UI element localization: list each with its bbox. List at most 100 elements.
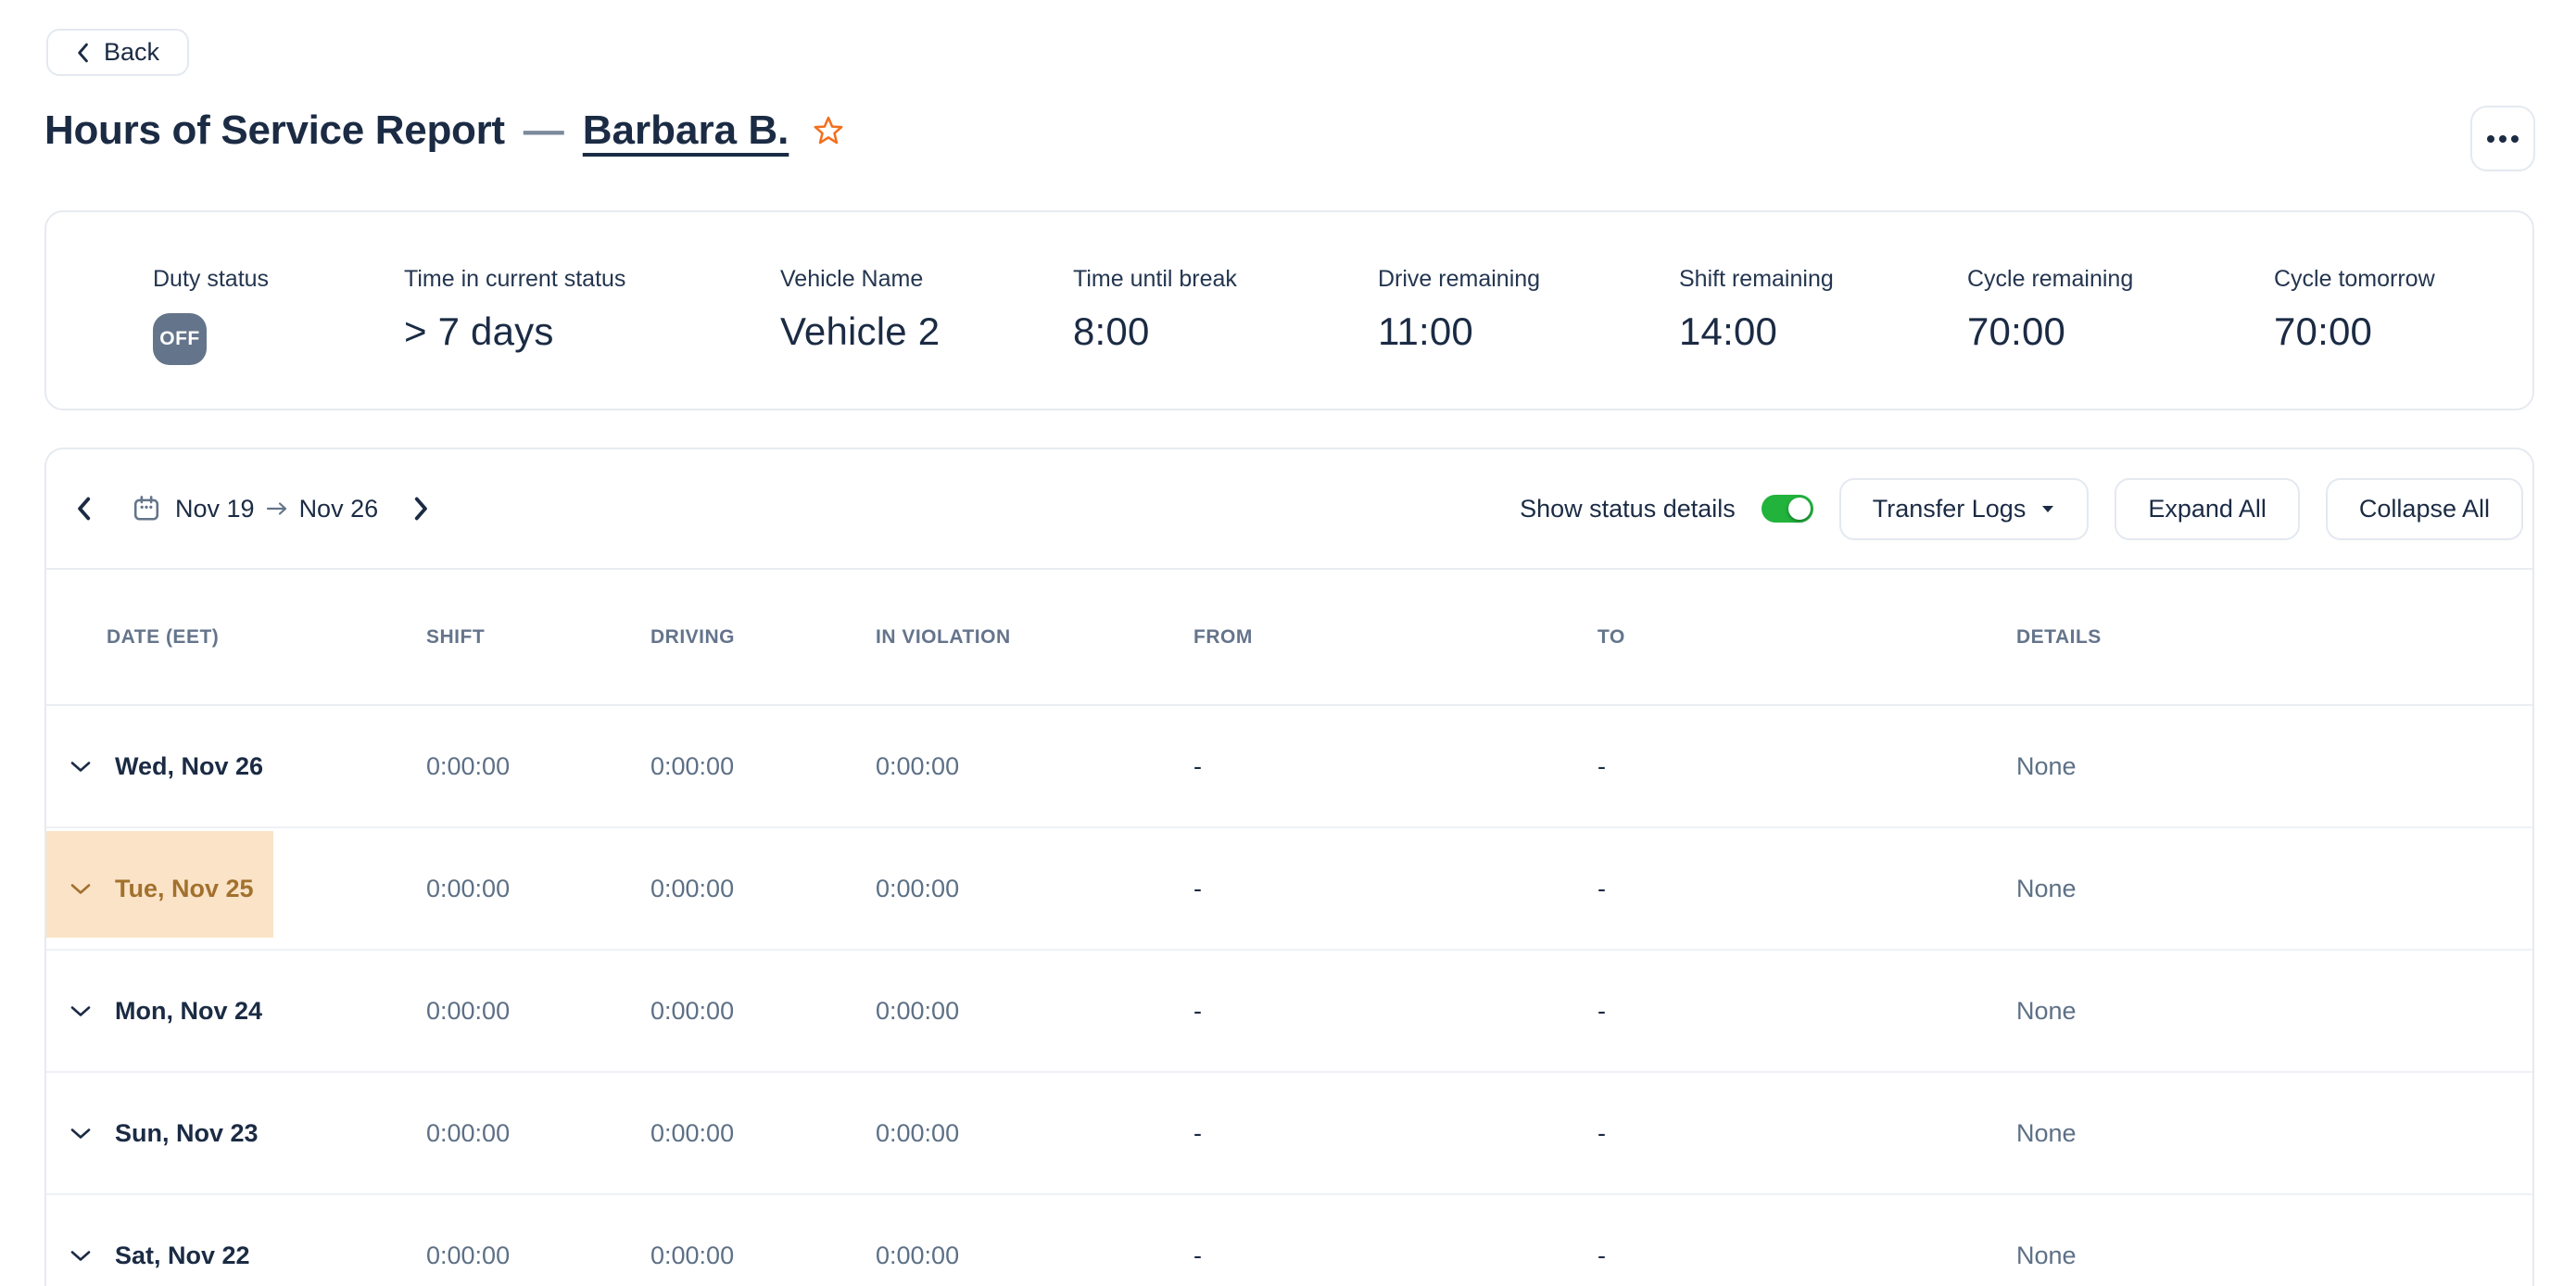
- in-violation-cell: 0:00:00: [876, 997, 1193, 1026]
- hos-summary-card: Duty status OFF Time in current status >…: [44, 210, 2534, 410]
- in-violation-cell: 0:00:00: [876, 752, 1193, 781]
- summary-cycle-remaining: Cycle remaining 70:00: [1967, 266, 2274, 409]
- summary-value: 14:00: [1679, 309, 1967, 354]
- row-date: Wed, Nov 26: [115, 752, 263, 781]
- transfer-logs-button[interactable]: Transfer Logs: [1839, 478, 2090, 540]
- date-cell[interactable]: Tue, Nov 25: [46, 875, 426, 903]
- shift-cell: 0:00:00: [426, 875, 650, 903]
- arrow-right-icon: [266, 501, 288, 516]
- driver-name-link[interactable]: Barbara B.: [583, 107, 789, 154]
- summary-label: Drive remaining: [1378, 266, 1679, 293]
- column-header-shift: SHIFT: [426, 626, 650, 649]
- chevron-down-icon[interactable]: [69, 1004, 93, 1018]
- next-range-button[interactable]: [408, 491, 436, 526]
- to-cell: -: [1597, 1119, 2016, 1148]
- summary-drive-remaining: Drive remaining 11:00: [1378, 266, 1679, 409]
- star-favorite-icon[interactable]: [813, 115, 844, 146]
- driving-cell: 0:00:00: [650, 997, 876, 1026]
- calendar-icon: [133, 495, 160, 523]
- summary-vehicle-name: Vehicle Name Vehicle 2: [780, 266, 1073, 409]
- chevron-down-icon[interactable]: [69, 760, 93, 774]
- collapse-all-button[interactable]: Collapse All: [2326, 478, 2523, 540]
- summary-duty-status: Duty status OFF: [153, 266, 404, 409]
- summary-label: Duty status: [153, 266, 404, 293]
- chevron-down-icon[interactable]: [69, 1127, 93, 1141]
- details-cell: None: [2016, 1242, 2532, 1270]
- date-cell[interactable]: Sun, Nov 23: [46, 1119, 426, 1148]
- date-cell[interactable]: Mon, Nov 24: [46, 997, 426, 1026]
- back-button[interactable]: Back: [46, 29, 189, 76]
- expand-all-label: Expand All: [2148, 495, 2267, 523]
- date-cell[interactable]: Sat, Nov 22: [46, 1242, 426, 1270]
- table-header-row: DATE (EET) SHIFT DRIVING IN VIOLATION FR…: [46, 570, 2532, 706]
- from-cell: -: [1193, 1242, 1597, 1270]
- table-controls-row: Nov 19 Nov 26 Show status details Transf…: [46, 449, 2532, 570]
- table-row[interactable]: Sat, Nov 22 0:00:00 0:00:00 0:00:00 - - …: [46, 1195, 2532, 1286]
- row-date: Mon, Nov 24: [115, 997, 262, 1026]
- to-cell: -: [1597, 997, 2016, 1026]
- summary-value: 70:00: [2274, 309, 2435, 354]
- collapse-all-label: Collapse All: [2359, 495, 2490, 523]
- ellipsis-icon: [2485, 134, 2520, 144]
- chevron-left-icon: [76, 43, 89, 63]
- summary-value: > 7 days: [404, 309, 780, 354]
- summary-label: Vehicle Name: [780, 266, 1073, 293]
- from-cell: -: [1193, 997, 1597, 1026]
- table-row[interactable]: Tue, Nov 25 0:00:00 0:00:00 0:00:00 - - …: [46, 828, 2532, 951]
- previous-range-button[interactable]: [69, 491, 97, 526]
- summary-label: Time in current status: [404, 266, 780, 293]
- details-cell: None: [2016, 875, 2532, 903]
- summary-cycle-tomorrow: Cycle tomorrow 70:00: [2274, 266, 2435, 409]
- range-start: Nov 19: [175, 495, 255, 523]
- driving-cell: 0:00:00: [650, 1119, 876, 1148]
- summary-label: Cycle tomorrow: [2274, 266, 2435, 293]
- caret-down-icon: [2040, 504, 2055, 513]
- table-row[interactable]: Sun, Nov 23 0:00:00 0:00:00 0:00:00 - - …: [46, 1073, 2532, 1195]
- details-cell: None: [2016, 1119, 2532, 1148]
- column-header-date: DATE (EET): [46, 626, 426, 649]
- in-violation-cell: 0:00:00: [876, 875, 1193, 903]
- transfer-logs-label: Transfer Logs: [1873, 495, 2027, 523]
- summary-shift-remaining: Shift remaining 14:00: [1679, 266, 1967, 409]
- more-options-button[interactable]: [2470, 106, 2535, 171]
- shift-cell: 0:00:00: [426, 1242, 650, 1270]
- show-status-details-toggle[interactable]: [1762, 495, 1813, 523]
- from-cell: -: [1193, 1119, 1597, 1148]
- row-date: Sun, Nov 23: [115, 1119, 259, 1148]
- date-range-label[interactable]: Nov 19 Nov 26: [175, 495, 378, 523]
- chevron-down-icon[interactable]: [69, 882, 93, 896]
- summary-time-in-status: Time in current status > 7 days: [404, 266, 780, 409]
- shift-cell: 0:00:00: [426, 1119, 650, 1148]
- hours-of-service-page: Back Hours of Service Report — Barbara B…: [0, 0, 2576, 1286]
- summary-value: 11:00: [1378, 309, 1679, 354]
- duty-status-badge: OFF: [153, 313, 207, 365]
- column-header-details: DETAILS: [2016, 626, 2532, 649]
- summary-value: Vehicle 2: [780, 309, 1073, 354]
- summary-value: 70:00: [1967, 309, 2274, 354]
- expand-all-button[interactable]: Expand All: [2115, 478, 2300, 540]
- shift-cell: 0:00:00: [426, 752, 650, 781]
- column-header-to: TO: [1597, 626, 2016, 649]
- driving-cell: 0:00:00: [650, 875, 876, 903]
- title-separator: —: [524, 107, 564, 154]
- details-cell: None: [2016, 752, 2532, 781]
- from-cell: -: [1193, 752, 1597, 781]
- to-cell: -: [1597, 1242, 2016, 1270]
- table-actions: Show status details Transfer Logs Expand…: [1520, 478, 2523, 540]
- show-status-details-label: Show status details: [1520, 495, 1736, 523]
- page-title-row: Hours of Service Report — Barbara B.: [44, 107, 844, 154]
- row-date: Sat, Nov 22: [115, 1242, 250, 1270]
- table-row[interactable]: Mon, Nov 24 0:00:00 0:00:00 0:00:00 - - …: [46, 951, 2532, 1073]
- summary-label: Cycle remaining: [1967, 266, 2274, 293]
- summary-time-until-break: Time until break 8:00: [1073, 266, 1378, 409]
- date-cell[interactable]: Wed, Nov 26: [46, 752, 426, 781]
- summary-value: 8:00: [1073, 309, 1378, 354]
- toggle-knob: [1788, 498, 1811, 520]
- back-label: Back: [104, 38, 159, 67]
- driving-cell: 0:00:00: [650, 752, 876, 781]
- chevron-down-icon[interactable]: [69, 1249, 93, 1263]
- column-header-driving: DRIVING: [650, 626, 876, 649]
- page-title: Hours of Service Report: [44, 107, 505, 154]
- shift-cell: 0:00:00: [426, 997, 650, 1026]
- table-row[interactable]: Wed, Nov 26 0:00:00 0:00:00 0:00:00 - - …: [46, 706, 2532, 828]
